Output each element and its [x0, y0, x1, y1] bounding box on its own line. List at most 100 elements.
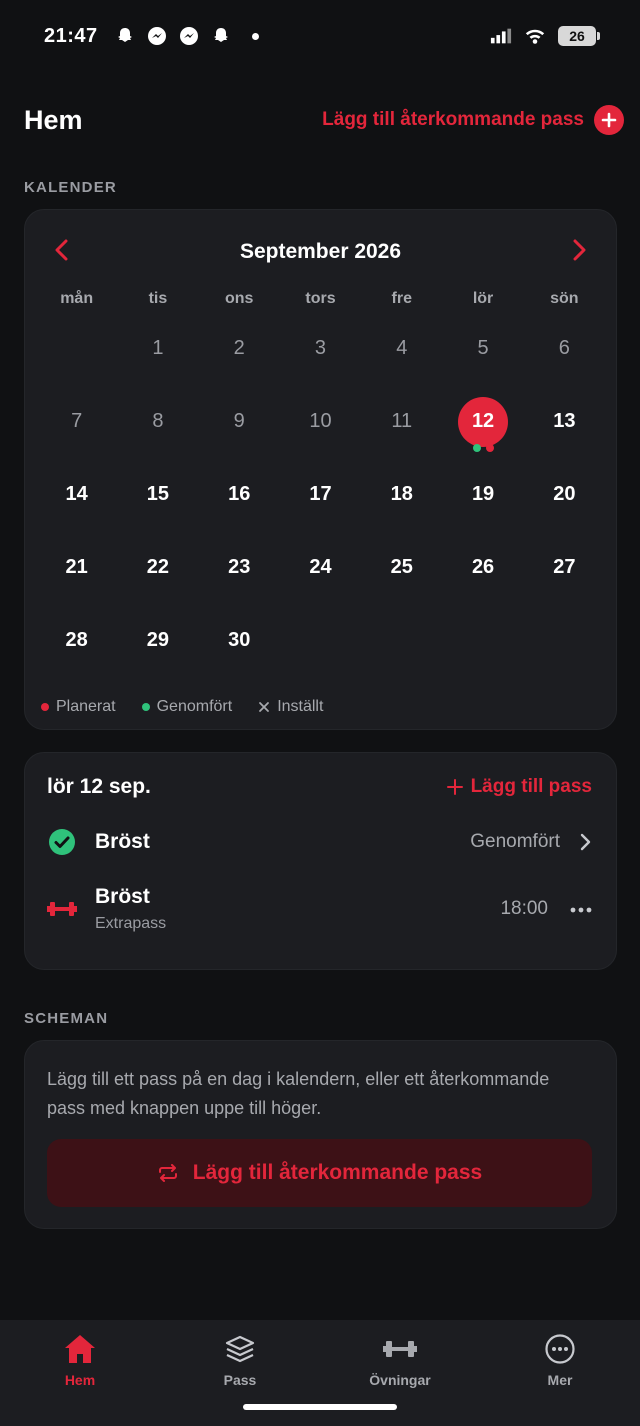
calendar-day[interactable]: 18: [361, 458, 442, 531]
calendar-day-number: 26: [471, 556, 495, 578]
calendar-day[interactable]: 8: [117, 385, 198, 458]
status-bar: 21:47 26: [0, 0, 640, 72]
add-recurring-pass-button[interactable]: Lägg till återkommande pass: [47, 1139, 592, 1207]
calendar-day-number: 30: [228, 629, 251, 651]
calendar-day-number: 24: [309, 556, 332, 578]
calendar-day-selected[interactable]: 12: [442, 385, 523, 458]
calendar-day[interactable]: 7: [36, 385, 117, 458]
calendar-day[interactable]: 20: [524, 458, 605, 531]
calendar-day[interactable]: 28: [36, 604, 117, 677]
calendar-day[interactable]: 23: [199, 531, 280, 604]
calendar-day[interactable]: 16: [199, 458, 280, 531]
session-status: Genomfört: [470, 831, 560, 852]
status-time: 21:47: [44, 24, 98, 47]
calendar-day-number: 13: [553, 410, 576, 432]
session-subtitle: Extrapass: [95, 915, 167, 932]
session-row-planned[interactable]: Bröst Extrapass 18:00: [47, 885, 592, 933]
session-name: Bröst: [95, 830, 150, 853]
session-name: Bröst: [95, 885, 150, 908]
cross-icon: [259, 702, 270, 712]
dumbbell-icon: [383, 1332, 417, 1366]
calendar-day[interactable]: 15: [117, 458, 198, 531]
add-pass-button[interactable]: Lägg till pass: [446, 776, 592, 798]
weekday-label: mån: [60, 290, 94, 307]
calendar-day-number: 14: [65, 483, 88, 505]
planned-dot-icon: [41, 703, 49, 711]
calendar-day[interactable]: 2: [199, 312, 280, 385]
tab-exercises-label: Övningar: [369, 1372, 431, 1388]
calendar-section-label: KALENDER: [24, 179, 117, 196]
prev-month-button[interactable]: [53, 239, 71, 266]
calendar-day[interactable]: 19: [442, 458, 523, 531]
calendar-day-number: 27: [553, 556, 576, 578]
home-icon: [63, 1332, 97, 1366]
tab-more-label: Mer: [547, 1372, 573, 1388]
calendar-card: September 2026 mån tis ons tors fre lör sön 12…: [24, 209, 617, 730]
add-recurring-button[interactable]: Lägg till återkommande pass: [322, 105, 624, 135]
add-recurring-pass-label: Lägg till återkommande pass: [192, 1161, 483, 1184]
calendar-day[interactable]: 11: [361, 385, 442, 458]
calendar-month-label: September 2026: [239, 240, 402, 263]
selected-day-header: lör 12 sep. Lägg till pass: [47, 775, 592, 799]
calendar-day-number: 28: [65, 629, 88, 651]
calendar-day[interactable]: 24: [280, 531, 361, 604]
calendar-day[interactable]: 27: [524, 531, 605, 604]
calendar-day[interactable]: 22: [117, 531, 198, 604]
calendar-day[interactable]: 1: [117, 312, 198, 385]
repeat-icon: [158, 1164, 177, 1182]
calendar-day[interactable]: 4: [361, 312, 442, 385]
plus-circle-icon: [594, 105, 624, 135]
calendar-day[interactable]: 29: [117, 604, 198, 677]
day-markers: [472, 444, 494, 452]
calendar-day-number: 1: [152, 337, 164, 359]
legend-planned: Planerat: [41, 698, 116, 716]
calendar-day[interactable]: 5: [442, 312, 523, 385]
calendar-day[interactable]: 17: [280, 458, 361, 531]
add-recurring-label: Lägg till återkommande pass: [322, 109, 584, 130]
calendar-day-number: 12: [458, 396, 509, 447]
calendar-day-number: 29: [146, 629, 170, 651]
calendar-day-number: 5: [477, 337, 489, 359]
planned-dot-icon: [485, 444, 494, 452]
calendar-day-number: 15: [146, 483, 170, 505]
tab-more[interactable]: Mer: [480, 1332, 640, 1426]
snapchat-icon: [210, 25, 232, 47]
calendar-day-number: 4: [396, 337, 408, 359]
calendar-day[interactable]: 13: [524, 385, 605, 458]
calendar-day[interactable]: 9: [199, 385, 280, 458]
calendar-day[interactable]: 10: [280, 385, 361, 458]
next-month-button[interactable]: [570, 239, 588, 266]
calendar-day-number: 16: [228, 483, 251, 505]
weekday-label: lör: [472, 290, 494, 307]
weekday-label: ons: [224, 290, 254, 307]
session-row-completed[interactable]: Bröst Genomfört: [47, 827, 592, 857]
tab-exercises[interactable]: Övningar: [320, 1332, 480, 1426]
messenger-icon: [178, 25, 200, 47]
plus-icon: [446, 779, 463, 795]
calendar-day[interactable]: 6: [524, 312, 605, 385]
battery-indicator: 26: [558, 26, 600, 46]
tab-home[interactable]: Hem: [0, 1332, 160, 1426]
calendar-header: September 2026: [25, 232, 616, 272]
calendar-day[interactable]: 21: [36, 531, 117, 604]
selected-day-card: lör 12 sep. Lägg till pass Bröst Genomfö…: [24, 752, 617, 970]
session-more-button[interactable]: [570, 900, 592, 918]
tab-pass[interactable]: Pass: [160, 1332, 320, 1426]
calendar-day[interactable]: 30: [199, 604, 280, 677]
calendar-day-number: 18: [390, 483, 413, 505]
layers-icon: [223, 1332, 257, 1366]
weekday-row: mån tis ons tors fre lör sön: [25, 290, 616, 308]
calendar-day-number: 11: [391, 410, 413, 432]
calendar-day[interactable]: 14: [36, 458, 117, 531]
calendar-day-number: 7: [71, 410, 83, 432]
schedules-empty-text: Lägg till ett pass på en dag i kalendern…: [47, 1069, 550, 1118]
calendar-day[interactable]: 3: [280, 312, 361, 385]
check-circle-icon: [47, 827, 77, 857]
calendar-day[interactable]: 26: [442, 531, 523, 604]
calendar-days-grid: 1 2 3 4 5 6 7 8 9 10 11 12 13 14 15 16 17 18 19 20 21 22 23 24 2…: [25, 312, 616, 677]
legend-cancelled: Inställt: [258, 698, 323, 716]
calendar-day[interactable]: 25: [361, 531, 442, 604]
weekday-label: sön: [550, 290, 579, 307]
add-pass-label: Lägg till pass: [470, 776, 592, 797]
status-left: 21:47: [44, 25, 259, 48]
